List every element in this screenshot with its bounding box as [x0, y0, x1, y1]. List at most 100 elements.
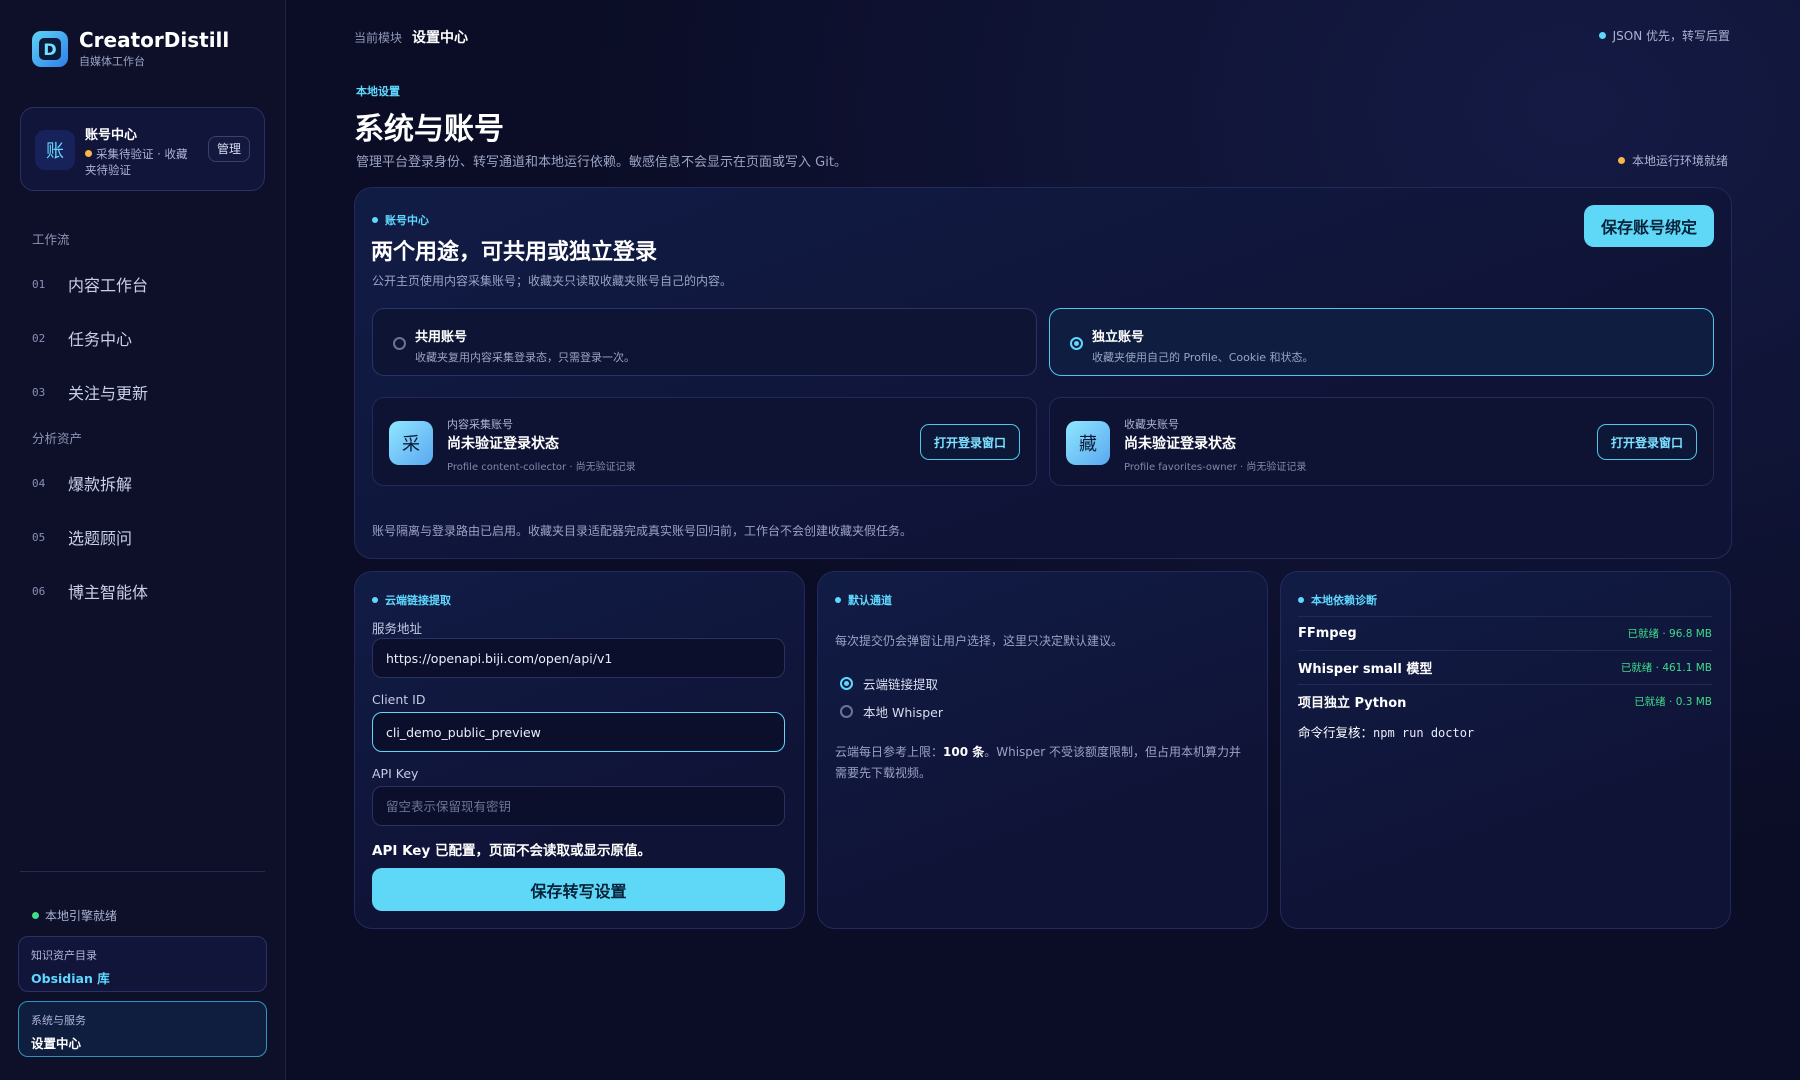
cloud-panel-eyebrow-text: 云端链接提取: [385, 594, 451, 607]
channel-option-label: 本地 Whisper: [863, 705, 944, 720]
channel-description: 每次提交仍会弹窗让用户选择，这里只决定默认建议。: [835, 634, 1124, 648]
deps-panel-eyebrow: 本地依赖诊断: [1298, 592, 1377, 608]
account-avatar: 账: [35, 130, 75, 170]
nav-item-content-workbench[interactable]: 01 内容工作台: [32, 270, 148, 298]
brand-text: CreatorDistill 自媒体工作台: [79, 29, 229, 69]
env-status-dot-icon: [1617, 157, 1625, 164]
brand-logo-letter: D: [39, 38, 61, 60]
profile-meta: Profile favorites-owner · 尚无验证记录: [1124, 462, 1307, 473]
channel-panel-eyebrow: 默认通道: [835, 592, 892, 608]
channel-option-whisper[interactable]: 本地 Whisper: [840, 702, 943, 721]
profile-label: 收藏夹账号: [1124, 418, 1179, 431]
service-url-label: 服务地址: [372, 621, 423, 636]
open-login-window-button-collector[interactable]: 打开登录窗口: [920, 424, 1020, 460]
eyebrow-dot-icon: [1298, 597, 1304, 603]
nav-label: 爆款拆解: [68, 475, 133, 494]
nav-number: 03: [32, 385, 46, 399]
mode-card-shared[interactable]: 共用账号 收藏夹复用内容采集登录态，只需登录一次。: [372, 308, 1037, 376]
account-card[interactable]: 账 账号中心 采集待验证 · 收藏夹待验证 管理: [20, 107, 265, 191]
profile-meta: Profile content-collector · 尚无验证记录: [447, 462, 636, 473]
header-status-dot-icon: [1598, 32, 1606, 39]
nav-item-creator-agent[interactable]: 06 博主智能体: [32, 577, 148, 605]
doctor-command-code: npm run doctor: [1373, 726, 1475, 740]
dep-state: 已就绪 · 461.1 MB: [1620, 662, 1712, 674]
account-panel-description: 公开主页使用内容采集账号；收藏夹只读取收藏夹账号自己的内容。: [372, 274, 733, 288]
channel-note-prefix: 云端每日参考上限：: [835, 745, 944, 759]
brand[interactable]: D CreatorDistill 自媒体工作台: [32, 29, 229, 69]
radio-whisper[interactable]: [840, 705, 853, 718]
eyebrow-dot-icon: [835, 597, 841, 603]
nav-item-follow-updates[interactable]: 03 关注与更新: [32, 378, 148, 406]
account-panel-eyebrow: 账号中心: [372, 212, 429, 228]
sidebar-card-settings[interactable]: 系统与服务 设置中心: [18, 1001, 267, 1057]
dep-state: 已就绪 · 96.8 MB: [1627, 628, 1713, 640]
brand-logo-icon: D: [32, 31, 68, 67]
account-panel-note: 账号隔离与登录路由已启用。收藏夹目录适配器完成真实账号回归前，工作台不会创建收藏…: [372, 524, 913, 538]
nav-number: 01: [32, 277, 46, 291]
nav-group-analysis: 分析资产: [32, 431, 83, 446]
mode-description: 收藏夹使用自己的 Profile、Cookie 和状态。: [1092, 351, 1314, 364]
account-manage-button[interactable]: 管理: [207, 136, 250, 162]
mode-title: 独立账号: [1092, 330, 1145, 345]
page-description: 管理平台登录身份、转写通道和本地运行依赖。敏感信息不会显示在页面或写入 Git。: [356, 155, 847, 170]
account-title: 账号中心: [85, 128, 138, 143]
brand-subtitle: 自媒体工作台: [79, 55, 145, 68]
open-login-window-button-favorites[interactable]: 打开登录窗口: [1597, 424, 1697, 460]
sidebar-card-obsidian[interactable]: 知识资产目录 Obsidian 库: [18, 936, 267, 992]
collector-icon: 采: [389, 421, 433, 465]
env-status: 本地运行环境就绪: [1617, 152, 1728, 169]
nav-item-task-center[interactable]: 02 任务中心: [32, 324, 132, 352]
brand-name: CreatorDistill: [79, 28, 230, 52]
client-id-input[interactable]: [372, 712, 785, 752]
sidebar-card-value: Obsidian 库: [31, 971, 110, 986]
doctor-command-label: 命令行复核：: [1298, 725, 1374, 740]
nav-label: 选题顾问: [68, 529, 133, 548]
dep-row-python: 项目独立 Python 已就绪 · 0.3 MB: [1298, 684, 1712, 718]
nav-number: 06: [32, 584, 46, 598]
header-status-text: JSON 优先，转写后置: [1612, 29, 1730, 43]
nav-label: 博主智能体: [68, 583, 149, 602]
favorites-icon: 藏: [1066, 421, 1110, 465]
sidebar-card-label: 系统与服务: [31, 1014, 86, 1027]
sidebar-card-label: 知识资产目录: [31, 949, 97, 962]
nav-label: 任务中心: [68, 330, 133, 349]
service-url-input[interactable]: [372, 638, 785, 678]
env-status-text: 本地运行环境就绪: [1631, 154, 1728, 168]
channel-option-cloud[interactable]: 云端链接提取: [840, 674, 938, 693]
save-transcribe-settings-button[interactable]: 保存转写设置: [372, 868, 785, 911]
cloud-extraction-panel: 云端链接提取 服务地址 Client ID API Key API Key 已配…: [354, 571, 805, 929]
sidebar-card-value: 设置中心: [31, 1036, 82, 1051]
nav-item-viral-breakdown[interactable]: 04 爆款拆解: [32, 469, 132, 497]
radio-cloud[interactable]: [840, 677, 853, 690]
account-panel-eyebrow-text: 账号中心: [385, 214, 429, 227]
doctor-command: 命令行复核：npm run doctor: [1298, 722, 1474, 741]
dep-name: Whisper small 模型: [1298, 662, 1433, 677]
engine-ok-dot-icon: [32, 912, 39, 919]
api-key-input[interactable]: [372, 786, 785, 826]
nav-label: 关注与更新: [68, 384, 149, 403]
dep-state: 已就绪 · 0.3 MB: [1634, 696, 1712, 708]
engine-status-text: 本地引擎就绪: [45, 909, 118, 923]
nav-item-topic-advisor[interactable]: 05 选题顾问: [32, 523, 132, 551]
api-key-note: API Key 已配置，页面不会读取或显示原值。: [372, 843, 651, 859]
mode-description: 收藏夹复用内容采集登录态，只需登录一次。: [415, 351, 635, 364]
nav-label: 内容工作台: [68, 276, 149, 295]
header-status: JSON 优先，转写后置: [1598, 27, 1730, 44]
sidebar-divider: [20, 871, 265, 872]
channel-option-label: 云端链接提取: [863, 677, 939, 692]
account-center-panel: 账号中心 两个用途，可共用或独立登录 公开主页使用内容采集账号；收藏夹只读取收藏…: [354, 187, 1732, 559]
page-eyebrow: 本地设置: [356, 85, 400, 98]
account-panel-title: 两个用途，可共用或独立登录: [371, 240, 658, 265]
dep-row-ffmpeg: FFmpeg 已就绪 · 96.8 MB: [1298, 616, 1712, 650]
radio-independent-account[interactable]: [1070, 337, 1083, 350]
status-dot-icon: [85, 150, 92, 157]
mode-card-independent[interactable]: 独立账号 收藏夹使用自己的 Profile、Cookie 和状态。: [1049, 308, 1714, 376]
default-channel-panel: 默认通道 每次提交仍会弹窗让用户选择，这里只决定默认建议。 云端链接提取 本地 …: [817, 571, 1268, 929]
eyebrow-dot-icon: [372, 217, 378, 223]
breadcrumb: 当前模块 设置中心: [354, 27, 468, 47]
profile-state: 尚未验证登录状态: [447, 436, 559, 452]
api-key-label: API Key: [372, 766, 419, 781]
breadcrumb-label: 当前模块: [354, 31, 403, 45]
radio-shared-account[interactable]: [393, 337, 406, 350]
save-account-binding-button[interactable]: 保存账号绑定: [1584, 205, 1714, 247]
